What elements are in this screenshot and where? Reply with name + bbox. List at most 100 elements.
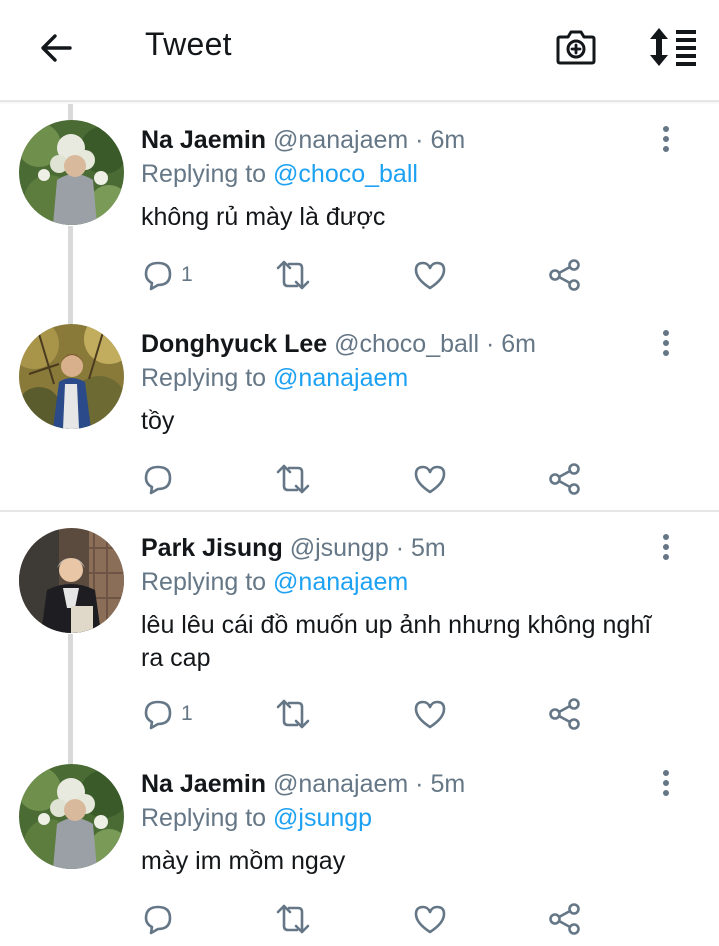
more-dot xyxy=(663,554,669,560)
like-button[interactable] xyxy=(413,257,447,293)
more-dot xyxy=(663,350,669,356)
author-handle[interactable]: @nanajaem xyxy=(273,126,408,154)
tweet-actions xyxy=(141,901,591,937)
retweet-icon xyxy=(276,464,310,494)
like-button[interactable] xyxy=(413,461,447,497)
share-button[interactable] xyxy=(548,696,582,732)
replying-to: Replying to @choco_ball xyxy=(141,158,418,190)
more-dot xyxy=(663,534,669,540)
mention-link[interactable]: @choco_ball xyxy=(273,160,418,188)
tweet-header: Donghyuck Lee @choco_ball · 6m xyxy=(141,328,536,360)
retweet-icon xyxy=(276,904,310,934)
author-handle[interactable]: @choco_ball xyxy=(334,330,479,358)
avatar[interactable] xyxy=(19,528,124,633)
retweet-button[interactable] xyxy=(275,901,311,937)
replying-label: Replying to xyxy=(141,804,267,832)
mention-link[interactable]: @nanajaem xyxy=(273,364,408,392)
back-button[interactable] xyxy=(36,28,76,68)
tweet-header: Na Jaemin @nanajaem · 5m xyxy=(141,768,465,800)
author-handle[interactable]: @jsungp xyxy=(290,534,389,562)
author-name[interactable]: Donghyuck Lee xyxy=(141,330,327,358)
camera-plus-icon xyxy=(556,30,596,65)
heart-icon xyxy=(414,465,446,494)
author-name[interactable]: Park Jisung xyxy=(141,534,283,562)
heart-icon xyxy=(414,700,446,729)
reply-button[interactable] xyxy=(141,901,181,937)
tweet-item[interactable]: Na Jaemin @nanajaem · 6m Replying to @ch… xyxy=(0,104,719,304)
top-bar: Tweet xyxy=(0,0,719,102)
more-dot xyxy=(663,146,669,152)
share-button[interactable] xyxy=(548,257,582,293)
page-title: Tweet xyxy=(145,26,232,62)
tweet-text: không rủ mày là được xyxy=(141,203,386,231)
more-dot xyxy=(663,780,669,786)
more-options-button[interactable] xyxy=(655,124,677,154)
sort-button[interactable] xyxy=(646,26,698,68)
tweet-text: tồy xyxy=(141,407,175,435)
avatar[interactable] xyxy=(19,764,124,869)
tweet-header: Na Jaemin @nanajaem · 6m xyxy=(141,124,465,156)
more-dot xyxy=(663,126,669,132)
avatar[interactable] xyxy=(19,120,124,225)
reply-icon xyxy=(144,905,172,935)
camera-button[interactable] xyxy=(554,25,598,69)
more-dot xyxy=(663,136,669,142)
separator-dot: · xyxy=(485,330,495,358)
author-name[interactable]: Na Jaemin xyxy=(141,126,266,154)
more-dot xyxy=(663,790,669,796)
tweet-actions: 1 xyxy=(141,696,591,732)
more-options-button[interactable] xyxy=(655,328,677,358)
heart-icon xyxy=(414,905,446,934)
more-options-button[interactable] xyxy=(655,532,677,562)
like-button[interactable] xyxy=(413,901,447,937)
retweet-button[interactable] xyxy=(275,461,311,497)
share-button[interactable] xyxy=(548,461,582,497)
replying-label: Replying to xyxy=(141,160,267,188)
mention-link[interactable]: @jsungp xyxy=(273,804,372,832)
heart-icon xyxy=(414,261,446,290)
replying-to: Replying to @nanajaem xyxy=(141,566,408,598)
separator-dot: · xyxy=(415,770,424,798)
tweet-item[interactable]: Na Jaemin @nanajaem · 5m Replying to @js… xyxy=(0,748,719,946)
author-name[interactable]: Na Jaemin xyxy=(141,770,266,798)
retweet-icon xyxy=(276,699,310,729)
more-dot xyxy=(663,544,669,550)
reply-button[interactable] xyxy=(141,461,181,497)
replying-label: Replying to xyxy=(141,364,267,392)
reply-button[interactable]: 1 xyxy=(141,696,193,732)
replying-to: Replying to @jsungp xyxy=(141,802,372,834)
author-handle[interactable]: @nanajaem xyxy=(273,770,408,798)
reply-count: 1 xyxy=(181,263,193,286)
replying-to: Replying to @nanajaem xyxy=(141,362,408,394)
tweet-header: Park Jisung @jsungp · 5m xyxy=(141,532,446,564)
reply-icon xyxy=(144,700,172,730)
reply-button[interactable]: 1 xyxy=(141,257,193,293)
separator-dot: · xyxy=(395,534,405,562)
more-dot xyxy=(663,770,669,776)
arrow-left-icon xyxy=(41,34,72,62)
more-options-button[interactable] xyxy=(655,768,677,798)
tweet-item[interactable]: Park Jisung @jsungp · 5m Replying to @na… xyxy=(0,512,719,742)
timestamp: 6m xyxy=(430,126,466,154)
mention-link[interactable]: @nanajaem xyxy=(273,568,408,596)
like-button[interactable] xyxy=(413,696,447,732)
share-icon xyxy=(549,903,580,935)
retweet-button[interactable] xyxy=(275,696,311,732)
tweet-text: mày im mồm ngay xyxy=(141,847,346,875)
retweet-icon xyxy=(276,260,310,290)
reply-count: 1 xyxy=(181,702,193,725)
tweet-text: lêu lêu cái đồ muốn up ảnh nhưng không n… xyxy=(141,611,652,672)
share-button[interactable] xyxy=(548,901,582,937)
retweet-button[interactable] xyxy=(275,257,311,293)
share-icon xyxy=(549,463,580,495)
reply-icon xyxy=(144,261,172,291)
replying-label: Replying to xyxy=(141,568,267,596)
tweet-item[interactable]: Donghyuck Lee @choco_ball · 6m Replying … xyxy=(0,308,719,508)
avatar[interactable] xyxy=(19,324,124,429)
timestamp: 5m xyxy=(430,770,466,798)
timestamp: 6m xyxy=(501,330,536,358)
tweet-actions: 1 xyxy=(141,257,591,293)
more-dot xyxy=(663,330,669,336)
more-dot xyxy=(663,340,669,346)
share-icon xyxy=(549,698,580,730)
